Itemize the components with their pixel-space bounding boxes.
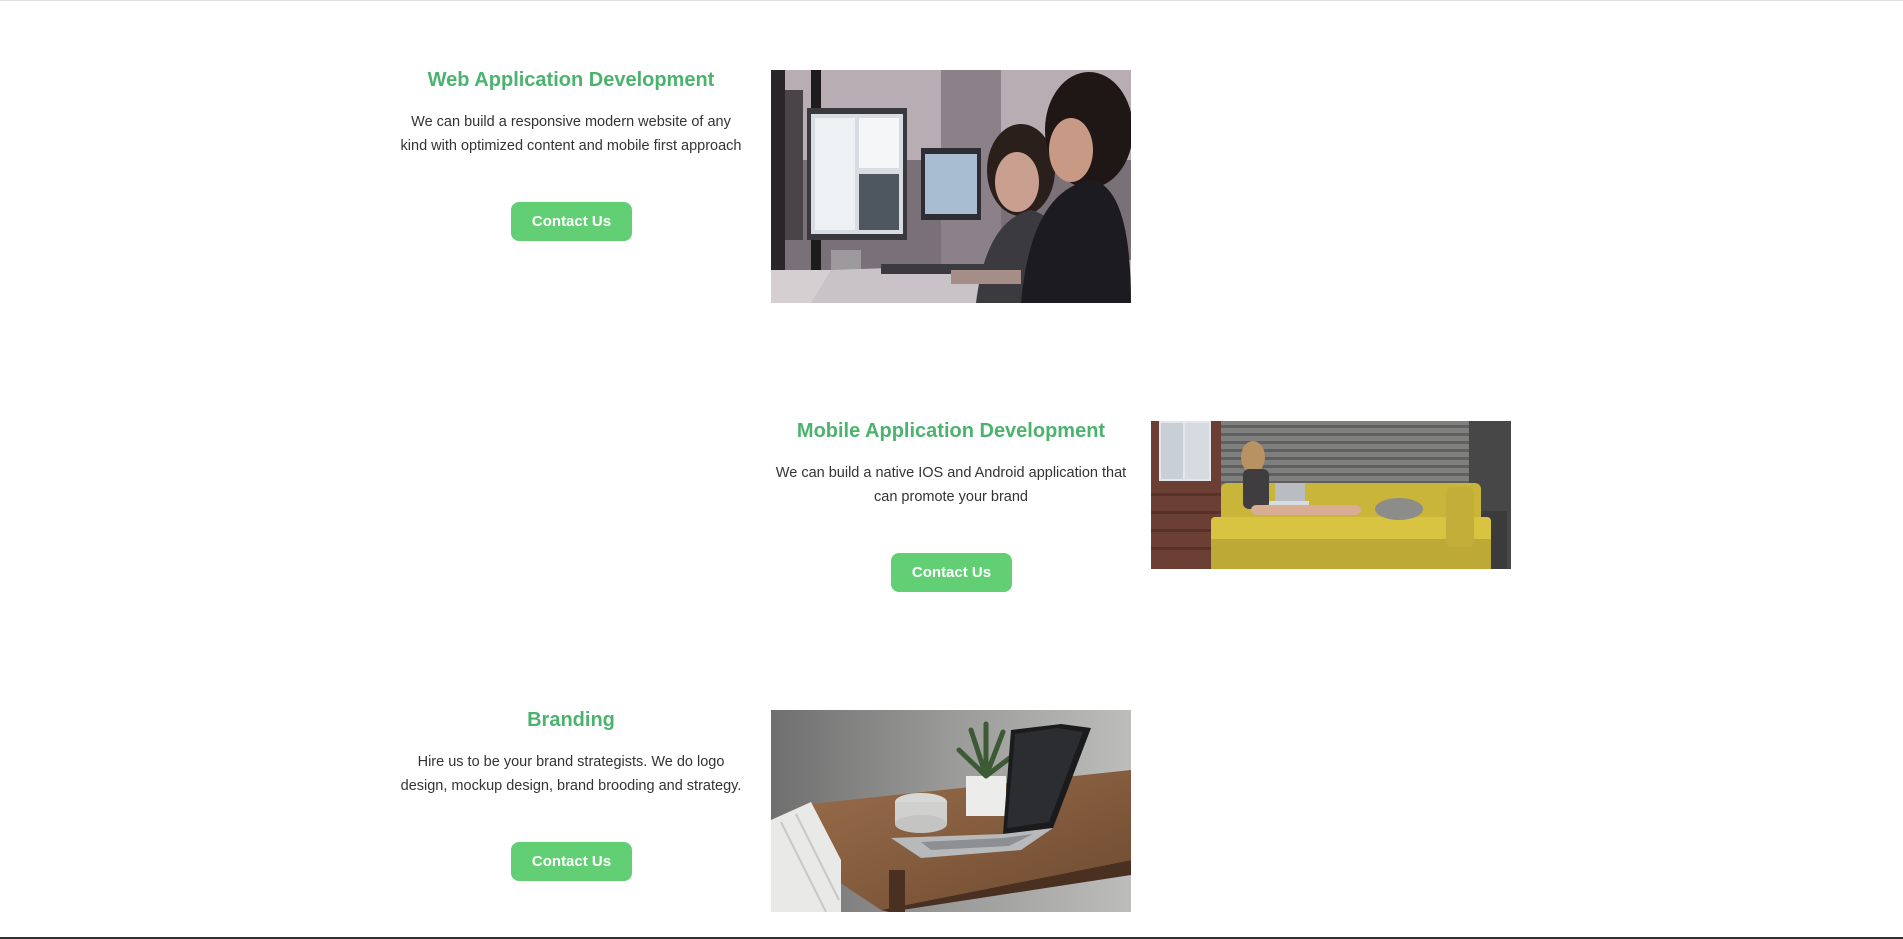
contact-us-button[interactable]: Contact Us — [511, 842, 632, 881]
description-line: We can build a native IOS and Android ap… — [775, 465, 1127, 481]
service-web-app-text: Web Application Development We can build… — [391, 68, 751, 158]
contact-us-button[interactable]: Contact Us — [511, 202, 632, 241]
service-title: Branding — [527, 709, 615, 731]
office-photo — [771, 70, 1131, 303]
service-branding-text: Branding Hire us to be your brand strate… — [391, 708, 751, 798]
description-line: Hire us to be your brand strategists. We… — [417, 754, 725, 770]
description-line: can promote your brand — [874, 489, 1028, 505]
service-mobile-app-text: Mobile Application Development We can bu… — [771, 419, 1131, 509]
service-description: Hire us to be your brand strategists. We… — [391, 750, 751, 798]
top-divider — [0, 0, 1903, 1]
desk-laptop-photo — [771, 710, 1131, 912]
description-line: We can build a responsive modern website… — [411, 114, 731, 130]
service-description: We can build a responsive modern website… — [391, 110, 751, 158]
contact-us-button[interactable]: Contact Us — [891, 553, 1012, 592]
service-title: Mobile Application Development — [796, 420, 1106, 442]
sofa-laptop-photo — [1151, 421, 1511, 569]
description-line: kind with optimized content and mobile f… — [400, 138, 742, 154]
description-line: design, mockup design, brand brooding an… — [400, 778, 742, 794]
service-description: We can build a native IOS and Android ap… — [771, 461, 1131, 509]
service-title: Web Application Development — [427, 69, 715, 91]
